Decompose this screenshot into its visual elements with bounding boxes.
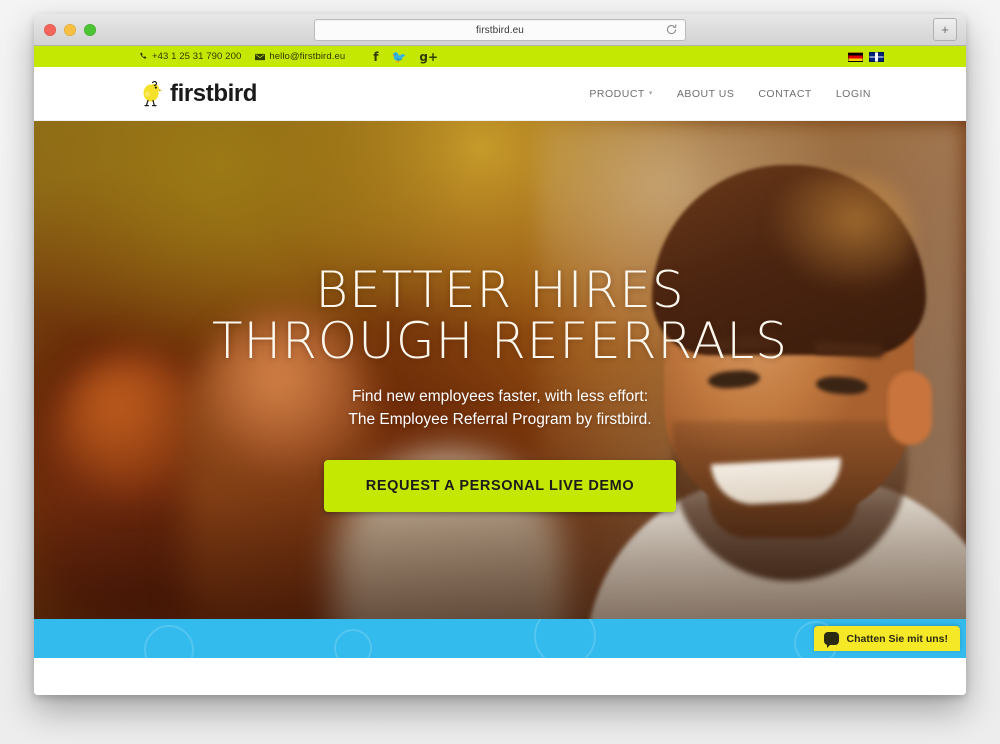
nav-item-about-us[interactable]: ABOUT US bbox=[677, 88, 734, 100]
footer-decoration-3 bbox=[534, 619, 596, 658]
hero-headline-line-1: BETTER HIRES bbox=[315, 261, 685, 319]
footer-decoration-2 bbox=[334, 629, 372, 658]
request-demo-button[interactable]: REQUEST A PERSONAL LIVE DEMO bbox=[323, 459, 677, 512]
topbar-contact-group: +43 1 25 31 790 200 hello@firstbird.eu f… bbox=[139, 51, 438, 63]
chat-bubble-icon bbox=[824, 632, 840, 648]
bird-logo-icon bbox=[143, 80, 162, 106]
hero-subtitle-line-2: The Employee Referral Program by firstbi… bbox=[348, 411, 652, 429]
envelope-icon bbox=[255, 53, 266, 60]
new-tab-label: + bbox=[941, 22, 949, 37]
chat-widget-label: Chatten Sie mit uns! bbox=[846, 632, 948, 645]
phone-icon bbox=[140, 52, 147, 59]
browser-window: firstbird.eu + +43 1 25 31 790 200 hello… bbox=[34, 14, 966, 695]
main-navigation: PRODUCT ▾ ABOUT US CONTACT LOGIN bbox=[589, 88, 871, 100]
email-link[interactable]: hello@firstbird.eu bbox=[255, 51, 345, 62]
facebook-icon[interactable]: f bbox=[373, 51, 378, 63]
reload-icon[interactable] bbox=[665, 23, 678, 36]
site-logo[interactable]: firstbird bbox=[139, 80, 257, 108]
address-bar[interactable]: firstbird.eu bbox=[314, 19, 686, 41]
googleplus-icon[interactable]: g+ bbox=[419, 51, 438, 63]
hero-headline-line-2: THROUGH REFERRALS bbox=[211, 312, 788, 370]
hero-subtitle: Find new employees faster, with less eff… bbox=[34, 385, 966, 432]
url-text: firstbird.eu bbox=[476, 24, 524, 36]
footer-decoration-1 bbox=[144, 625, 194, 658]
flag-de-icon[interactable] bbox=[848, 51, 863, 62]
chevron-down-icon: ▾ bbox=[648, 90, 653, 97]
new-tab-button[interactable]: + bbox=[933, 18, 957, 41]
social-links: f 🐦 g+ bbox=[373, 51, 438, 63]
phone-link[interactable]: +43 1 25 31 790 200 bbox=[139, 51, 241, 62]
logo-text: firstbird bbox=[170, 79, 258, 107]
phone-number: +43 1 25 31 790 200 bbox=[152, 51, 242, 62]
nav-item-contact[interactable]: CONTACT bbox=[758, 88, 811, 100]
minimize-window-button[interactable] bbox=[64, 23, 76, 36]
zoom-window-button[interactable] bbox=[84, 23, 96, 36]
hero-subtitle-line-1: Find new employees faster, with less eff… bbox=[351, 388, 649, 405]
hero-copy: BETTER HIRES THROUGH REFERRALS Find new … bbox=[34, 265, 966, 512]
hero-section: BETTER HIRES THROUGH REFERRALS Find new … bbox=[34, 121, 966, 658]
window-controls bbox=[44, 23, 96, 36]
email-address: hello@firstbird.eu bbox=[269, 51, 346, 62]
close-window-button[interactable] bbox=[44, 23, 56, 36]
site-topbar: +43 1 25 31 790 200 hello@firstbird.eu f… bbox=[34, 46, 966, 67]
flag-en-icon[interactable] bbox=[869, 51, 884, 62]
browser-titlebar: firstbird.eu + bbox=[34, 14, 966, 46]
chat-widget[interactable]: Chatten Sie mit uns! bbox=[814, 626, 960, 651]
nav-label-product: PRODUCT bbox=[589, 87, 645, 100]
twitter-icon[interactable]: 🐦 bbox=[391, 51, 406, 63]
site-header: firstbird PRODUCT ▾ ABOUT US CONTACT LOG… bbox=[34, 67, 966, 121]
language-switcher bbox=[848, 51, 884, 62]
page-content: +43 1 25 31 790 200 hello@firstbird.eu f… bbox=[34, 46, 966, 695]
desktop-background: firstbird.eu + +43 1 25 31 790 200 hello… bbox=[0, 0, 1000, 744]
nav-item-login[interactable]: LOGIN bbox=[836, 88, 871, 100]
nav-item-product[interactable]: PRODUCT ▾ bbox=[589, 88, 652, 100]
